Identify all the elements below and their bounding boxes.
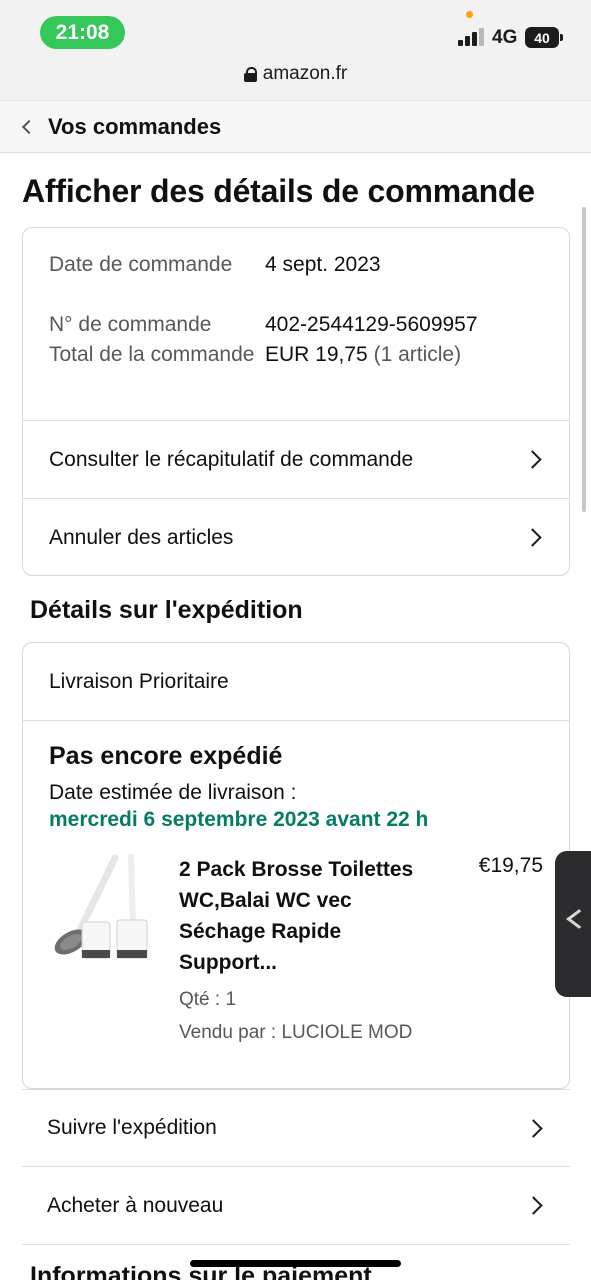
delivery-type: Livraison Prioritaire xyxy=(23,643,569,721)
order-total: EUR 19,75 (1 article) xyxy=(265,340,461,370)
side-panel-handle[interactable] xyxy=(555,851,591,997)
url-text: amazon.fr xyxy=(262,63,348,84)
buy-again-label: Acheter à nouveau xyxy=(47,1193,224,1217)
page-title: Afficher des détails de commande xyxy=(22,173,535,209)
view-order-summary-label: Consulter le récapitulatif de commande xyxy=(49,447,414,471)
chevron-right-icon xyxy=(524,1118,543,1138)
track-shipment-link[interactable]: Suivre l'expédition xyxy=(22,1089,570,1167)
order-item-count: (1 article) xyxy=(373,343,462,366)
cancel-items-link[interactable]: Annuler des articles xyxy=(23,498,569,575)
order-summary-card: Date de commande 4 sept. 2023 N° de comm… xyxy=(22,227,570,576)
home-indicator[interactable] xyxy=(190,1260,401,1267)
estimated-delivery-date: mercredi 6 septembre 2023 avant 22 h xyxy=(49,808,429,831)
product-price: €19,75 xyxy=(478,854,543,877)
cancel-items-label: Annuler des articles xyxy=(49,525,234,549)
chevron-left-icon xyxy=(21,119,37,134)
url-bar[interactable]: amazon.fr xyxy=(0,63,591,85)
product-seller: Vendu par : LUCIOLE MOD xyxy=(179,1022,413,1043)
product-item: 2 Pack Brosse Toilettes WC,Balai WC vec … xyxy=(49,853,543,1044)
back-navigation[interactable]: Vos commandes xyxy=(0,100,591,153)
order-number-label: N° de commande xyxy=(49,313,212,336)
chevron-right-icon xyxy=(524,1196,543,1215)
shipment-details: Pas encore expédié Date estimée de livra… xyxy=(23,721,569,1064)
network-type: 4G xyxy=(492,27,518,48)
battery-tip xyxy=(560,34,563,41)
chevron-left-icon xyxy=(566,909,591,929)
shipment-status: Pas encore expédié xyxy=(49,742,283,770)
back-label: Vos commandes xyxy=(48,113,222,139)
chevron-right-icon xyxy=(523,528,542,547)
order-date-value: 4 sept. 2023 xyxy=(265,253,381,276)
scrollbar[interactable] xyxy=(582,207,586,512)
chevron-right-icon xyxy=(523,450,542,469)
battery-level: 40 xyxy=(534,29,550,46)
product-title[interactable]: 2 Pack Brosse Toilettes WC,Balai WC vec … xyxy=(179,854,429,978)
shipment-card: Livraison Prioritaire Pas encore expédié… xyxy=(22,642,570,1089)
battery-icon: 40 xyxy=(525,27,559,48)
estimated-delivery-label: Date estimée de livraison : xyxy=(49,781,297,804)
buy-again-link[interactable]: Acheter à nouveau xyxy=(22,1167,570,1245)
product-info: 2 Pack Brosse Toilettes WC,Balai WC vec … xyxy=(179,854,429,1044)
order-summary: Date de commande 4 sept. 2023 N° de comm… xyxy=(23,228,569,420)
product-quantity: Qté : 1 xyxy=(179,989,237,1010)
track-shipment-label: Suivre l'expédition xyxy=(47,1116,217,1139)
order-date-label: Date de commande xyxy=(49,253,233,276)
status-time: 21:08 xyxy=(40,16,125,49)
order-total-value: EUR 19,75 xyxy=(265,343,368,366)
view-order-summary-link[interactable]: Consulter le récapitulatif de commande xyxy=(23,420,569,498)
privacy-indicator-dot xyxy=(466,11,473,18)
product-image[interactable] xyxy=(49,853,153,966)
lock-icon xyxy=(243,66,257,82)
shipping-section-title: Détails sur l'expédition xyxy=(30,596,303,624)
order-total-label: Total de la commande xyxy=(49,343,255,366)
status-bar: 21:08 4G 40 amazon.fr xyxy=(0,0,591,100)
cellular-signal-icon xyxy=(458,28,486,46)
order-number-value: 402-2544129-5609957 xyxy=(265,313,478,336)
